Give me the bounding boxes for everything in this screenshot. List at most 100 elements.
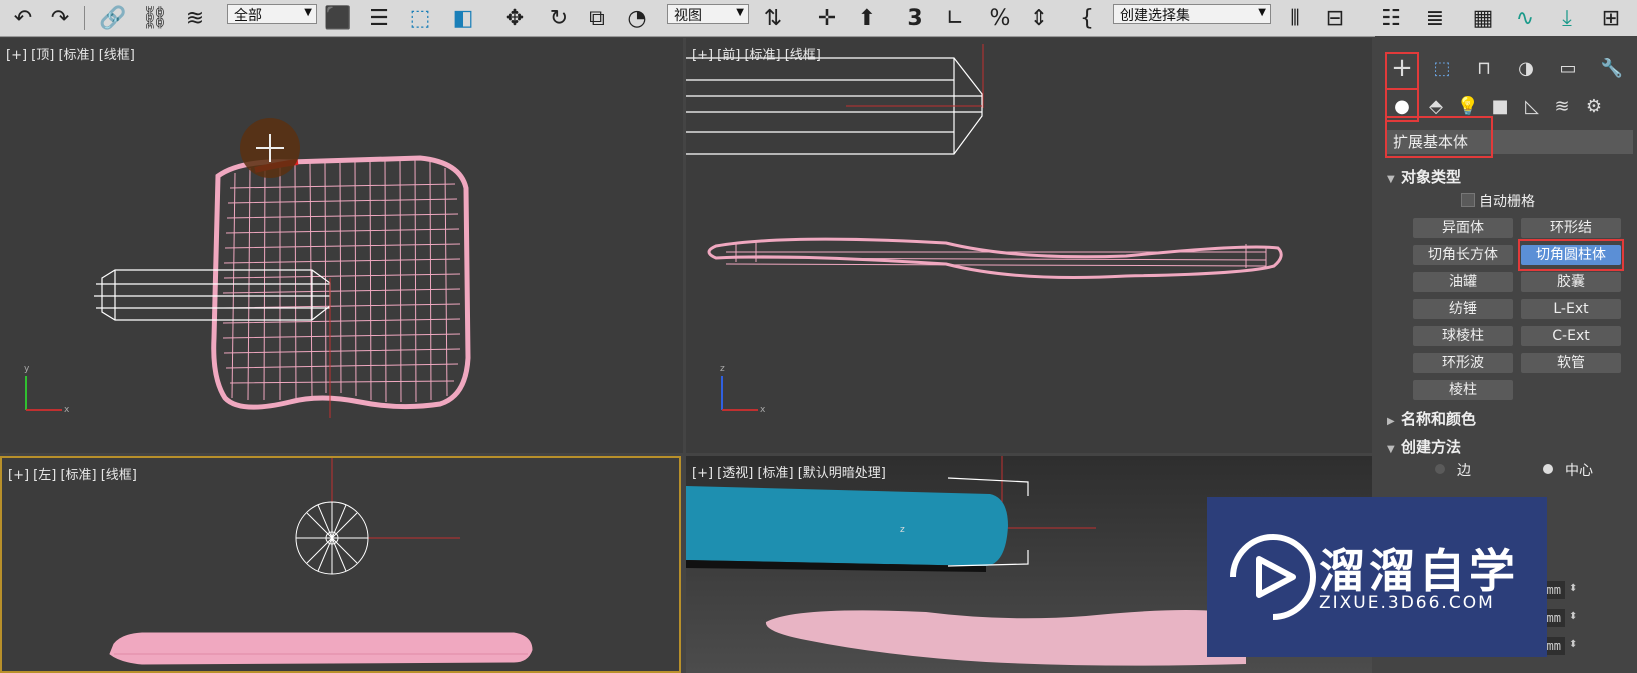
link-icon[interactable]: 🔗 [98,3,128,33]
named-selection-dropdown[interactable]: 创建选择集 ▼ [1113,4,1271,24]
axis-z-label: z [720,364,725,374]
mirror-icon[interactable]: ⫴ [1280,3,1310,33]
chamfer-box-wireframe [211,155,471,410]
object-type-title: 对象类型 [1401,168,1462,186]
button-chamfer-box[interactable]: 切角长方体 [1413,245,1513,265]
layer-icon[interactable]: ≣ [1420,3,1450,33]
move-icon[interactable]: ✥ [500,3,530,33]
button-l-ext[interactable]: L-Ext [1521,299,1621,319]
named-selection-value: 创建选择集 [1120,8,1190,24]
pivot-icon[interactable]: ◔ [622,3,652,33]
play-logo-icon [1230,534,1316,620]
motion-tab-icon[interactable]: ◑ [1511,54,1541,82]
window-crossing-icon[interactable]: ◧ [448,3,478,33]
viewport-label-left[interactable]: [+] [左] [标准] [线框] [8,464,137,483]
button-c-ext[interactable]: C-Ext [1521,326,1621,346]
edge-radio[interactable] [1435,464,1445,474]
edge-label: 边 [1457,463,1471,479]
watermark-subtitle: ZIXUE.3D66.COM [1319,593,1495,613]
button-gengon[interactable]: 球棱柱 [1413,326,1513,346]
spinner-snap-icon[interactable]: ⇕ [1024,3,1054,33]
select-object-icon[interactable]: ⬛ [323,3,353,33]
viewport-left[interactable]: [+] [左] [标准] [线框] [0,456,681,673]
viewport-front[interactable]: z x [+] [前] [标准] [线框] [686,38,1372,453]
angle-snap-icon[interactable]: ∟ [940,3,970,33]
autogrid-label: 自动栅格 [1479,194,1535,210]
chamfer-cylinder-highlight [1518,239,1624,271]
scale-icon[interactable]: ⧉ [582,3,612,33]
viewport-label-perspective[interactable]: [+] [透视] [标准] [默认明暗处理] [692,462,886,481]
center-label: 中心 [1565,463,1593,479]
ribbon-icon[interactable]: ▦ [1468,3,1498,33]
material-editor-icon[interactable]: ⊞ [1596,3,1626,33]
collapse-triangle-icon: ▼ [1387,444,1395,455]
select-by-name-icon[interactable]: ☰ [364,3,394,33]
axis-z-label: z [900,525,905,535]
keyboard-shortcut-icon[interactable]: ⬆ [852,3,882,33]
axis-x-label: x [760,405,766,415]
selection-filter-dropdown[interactable]: 全部 ▼ [227,4,317,24]
button-hedra[interactable]: 异面体 [1413,218,1513,238]
spinner-icon[interactable]: ⬍ [1569,611,1577,622]
create-tab-highlight [1385,52,1419,90]
front-viewport-canvas: z x [686,44,1283,415]
rotate-icon[interactable]: ↻ [544,3,574,33]
chamfer-cylinder-shaded [686,486,1008,566]
unlink-icon[interactable]: ⛓ [140,3,170,33]
axis-tripod [25,376,62,411]
reference-coord-value: 视图 [674,8,702,24]
object-type-rollout[interactable]: ▼ 对象类型 [1387,166,1461,187]
name-color-rollout[interactable]: ▶ 名称和颜色 [1387,408,1476,429]
utilities-tab-icon[interactable]: 🔧 [1597,54,1627,82]
autogrid-checkbox[interactable] [1461,193,1475,207]
redo-icon[interactable]: ↷ [45,3,75,33]
axis-y-label: y [24,364,30,374]
edit-named-sel-icon[interactable]: { [1072,3,1102,33]
display-tab-icon[interactable]: ▭ [1553,54,1583,82]
chamfer-cylinder-profile [295,501,369,575]
undo-icon[interactable]: ↶ [8,3,38,33]
button-capsule[interactable]: 胶囊 [1521,272,1621,292]
button-torus-knot[interactable]: 环形结 [1521,218,1621,238]
modify-tab-icon[interactable]: ⬚ [1427,54,1457,82]
bind-spacewarp-icon[interactable]: ≋ [180,3,210,33]
curve-editor-icon[interactable]: ∿ [1510,3,1540,33]
chevron-down-icon: ▼ [304,7,312,18]
manipulate-icon[interactable]: ✛ [812,3,842,33]
button-ringwave[interactable]: 环形波 [1413,353,1513,373]
selection-filter-value: 全部 [234,8,262,24]
percent-snap-icon[interactable]: % [985,3,1015,33]
main-toolbar: ↶ ↷ 🔗 ⛓ ≋ 全部 ▼ ⬛ ☰ ⬚ ◧ ✥ ↻ ⧉ ◔ 视图 ▼ ⇅ ✛ … [0,0,1637,37]
watermark-title: 溜溜自学 [1319,544,1519,598]
collapse-triangle-icon: ▼ [1387,174,1395,185]
spinner-icon[interactable]: ⬍ [1569,639,1577,650]
schematic-icon[interactable]: ⤓ [1552,3,1582,33]
button-hose[interactable]: 软管 [1521,353,1621,373]
helpers-icon[interactable]: ◺ [1517,92,1547,120]
snap-label: 3 [907,5,923,31]
chamfer-box-wireframe [707,237,1283,279]
center-radio[interactable] [1543,464,1553,474]
button-prism[interactable]: 棱柱 [1413,380,1513,400]
spinner-icon[interactable]: ⬍ [1569,583,1577,594]
rect-region-icon[interactable]: ⬚ [405,3,435,33]
expand-triangle-icon: ▶ [1387,416,1395,427]
toolbar-divider [84,6,85,30]
button-spindle[interactable]: 纺锤 [1413,299,1513,319]
button-oil-tank[interactable]: 油罐 [1413,272,1513,292]
scene-explorer-icon[interactable]: ☷ [1376,3,1406,33]
reference-coord-dropdown[interactable]: 视图 ▼ [667,4,749,24]
spacewarps-icon[interactable]: ≋ [1547,92,1577,120]
viewport-label-front[interactable]: [+] [前] [标准] [线框] [692,44,821,63]
use-pivot-icon[interactable]: ⇅ [758,3,788,33]
align-icon[interactable]: ⊟ [1320,3,1350,33]
viewport-top[interactable]: y x [+] [顶] [标准] [线框] [0,38,683,453]
snap-icon[interactable]: 3 [900,3,930,33]
systems-icon[interactable]: ⚙ [1579,92,1609,120]
hierarchy-tab-icon[interactable]: ⊓ [1469,54,1499,82]
chamfer-box-profile [109,632,533,665]
creation-method-rollout[interactable]: ▼ 创建方法 [1387,436,1461,457]
viewport-label-top[interactable]: [+] [顶] [标准] [线框] [6,44,135,63]
category-highlight [1385,116,1493,158]
creation-method-title: 创建方法 [1401,438,1462,456]
